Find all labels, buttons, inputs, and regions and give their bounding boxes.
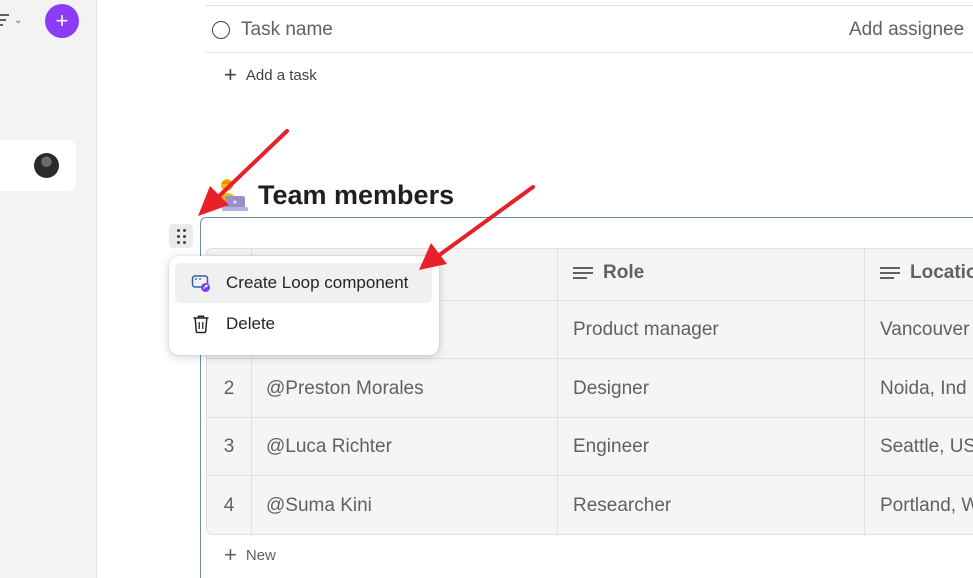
table-cell-name[interactable]: @Preston Morales [266,378,424,400]
add-task-button[interactable]: + Add a task [224,64,317,86]
task-row: Task name Add assignee [206,5,973,53]
column-header-role[interactable]: Role [573,262,644,284]
task-complete-checkbox[interactable] [212,21,230,39]
drag-handle-button[interactable] [169,224,193,248]
context-menu: Create Loop component Delete [169,256,439,355]
add-task-label: Add a task [245,66,317,84]
table-cell-location[interactable]: Portland, W [880,495,973,517]
column-header-label: Locatio [910,262,973,283]
menu-item-create-loop-component[interactable]: Create Loop component [175,263,432,303]
add-new-row-button[interactable]: + New [224,544,276,566]
table-cell-role[interactable]: Researcher [573,495,671,517]
table-cell-location[interactable]: Vancouver [880,319,969,341]
menu-item-label: Delete [226,314,276,333]
table-cell-location[interactable]: Seattle, US [880,436,973,458]
column-header-label: Role [603,262,645,283]
column-divider [864,249,865,534]
row-divider [207,417,973,418]
row-number: 3 [223,436,235,457]
menu-item-label: Create Loop component [226,273,409,292]
row-divider [207,358,973,359]
add-assignee-button[interactable]: Add assignee [849,19,964,41]
collapse-menu-button[interactable]: ⌄ [0,8,30,32]
chevron-down-icon: ⌄ [14,14,23,26]
text-lines-icon [880,267,900,279]
new-row-label: New [245,546,276,564]
row-number: 2 [223,378,235,399]
plus-icon: + [224,62,237,87]
table-cell-role[interactable]: Engineer [573,436,649,458]
left-rail: ⌄ + [0,0,97,578]
table-cell-location[interactable]: Noida, Ind [880,378,967,400]
task-name-input[interactable]: Task name [241,19,333,41]
plus-icon: + [224,542,237,567]
menu-lines-icon [0,14,9,26]
trash-icon [190,313,212,335]
person-at-laptop-emoji-icon [217,179,248,211]
avatar [34,153,59,178]
text-lines-icon [573,267,593,279]
table-cell-name[interactable]: @Suma Kini [266,495,372,517]
row-divider [207,475,973,476]
column-divider [557,249,558,534]
menu-item-delete[interactable]: Delete [175,304,432,344]
row-number: 4 [223,495,235,516]
column-header-location[interactable]: Locatio [880,262,973,284]
loop-component-icon [190,272,212,294]
add-button[interactable]: + [45,4,79,38]
table-cell-name[interactable]: @Luca Richter [266,436,392,458]
plus-icon: + [55,8,69,33]
table-cell-role[interactable]: Product manager [573,319,719,341]
workspace-card[interactable] [0,140,76,191]
table-cell-role[interactable]: Designer [573,378,649,400]
section-title: Team members [258,180,455,210]
